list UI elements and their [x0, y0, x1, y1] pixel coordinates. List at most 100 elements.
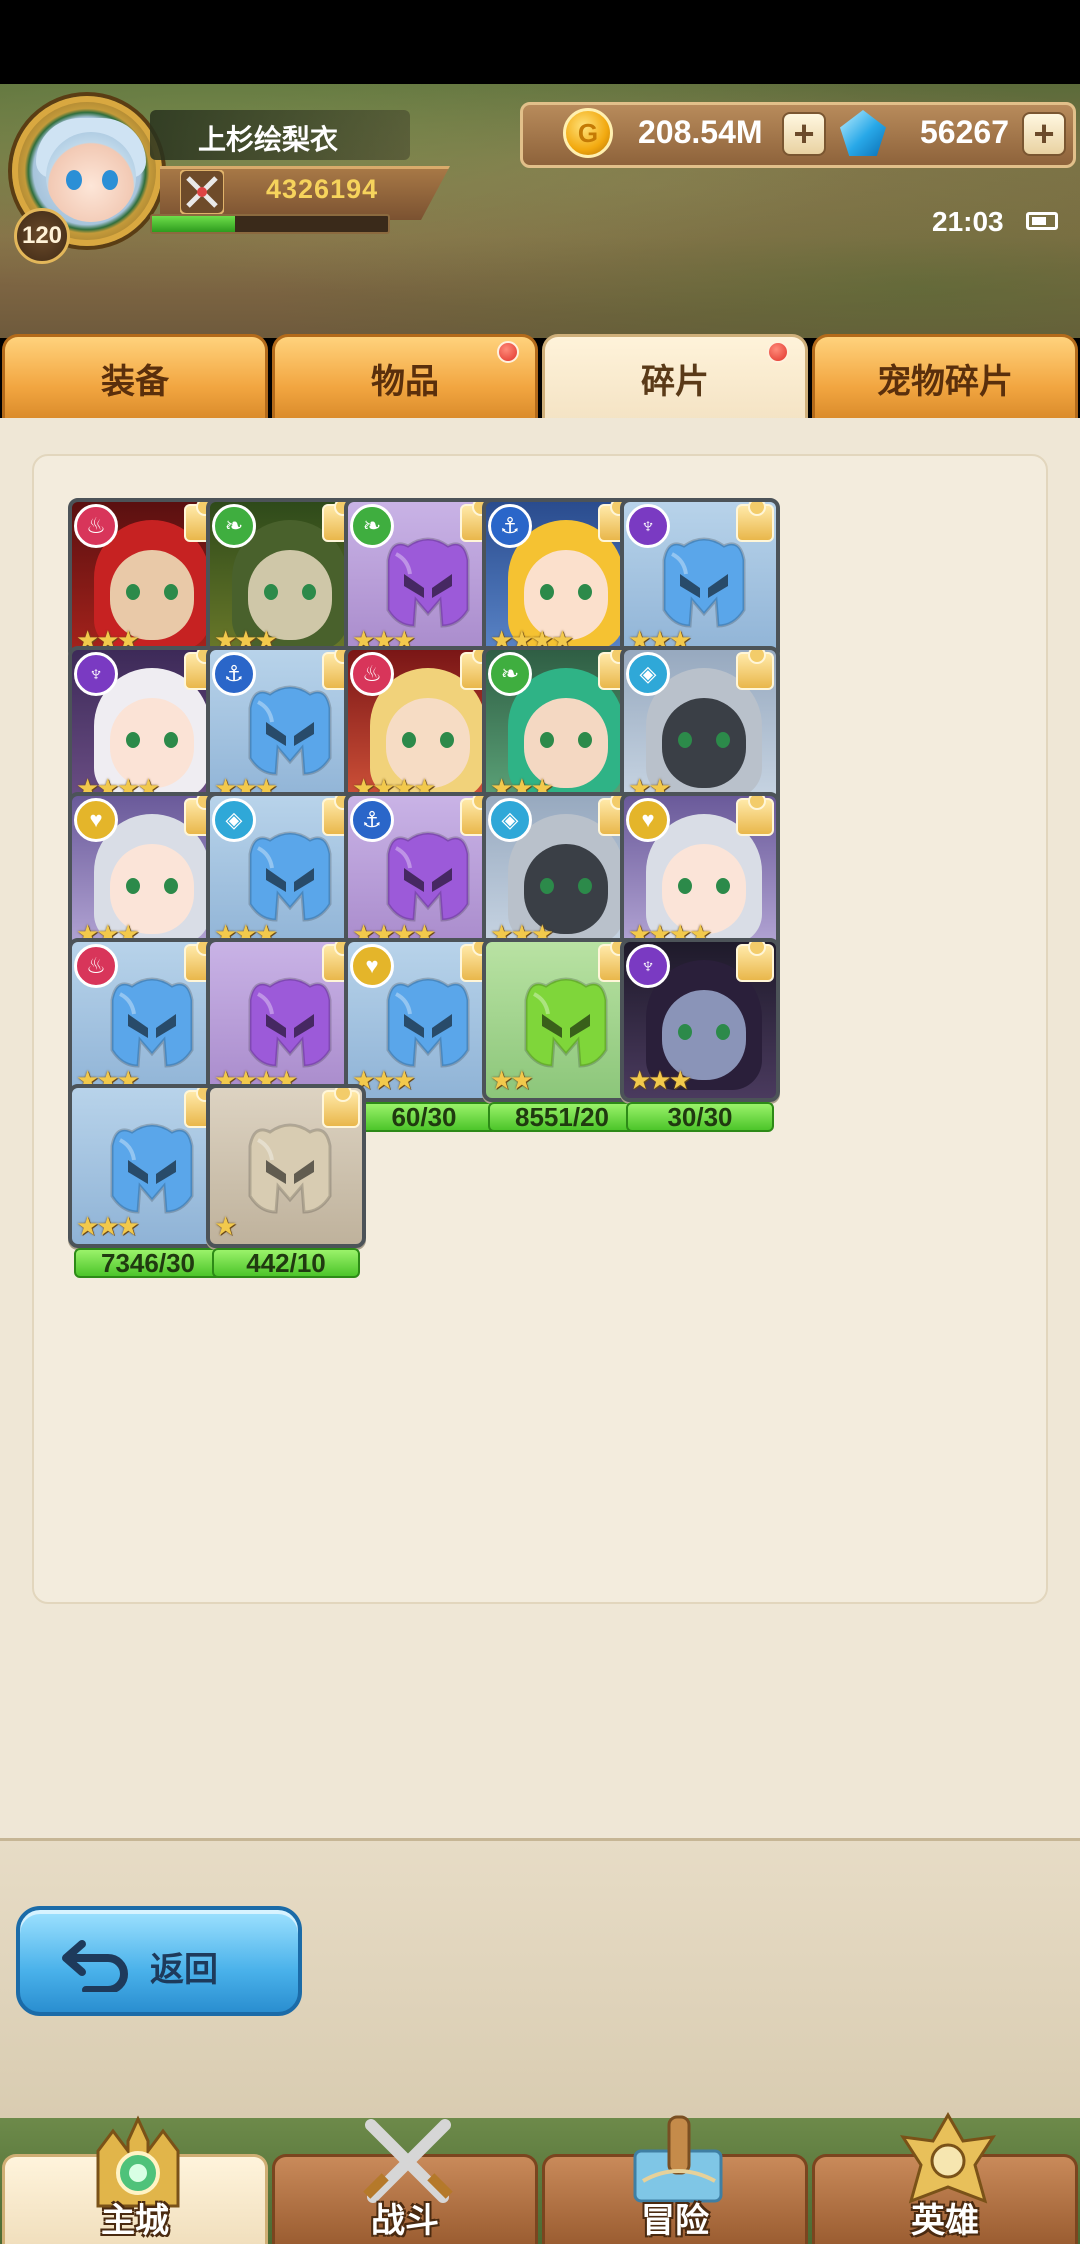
fragment-item[interactable]: ★★★ 7346/30	[68, 1084, 228, 1278]
nav-battle[interactable]: 战斗	[272, 2119, 538, 2244]
gold-amount: 208.54M	[638, 114, 763, 150]
fragment-card: ♨ ★★★	[68, 498, 228, 662]
bottom-nav: 主城 战斗 冒险 英雄	[0, 2111, 1080, 2244]
dark-element-icon: ♆	[626, 944, 670, 988]
fragment-card: ♆ ★★★	[620, 938, 780, 1102]
name-plate: 上杉绘梨衣	[150, 110, 410, 160]
return-arrow-icon	[62, 1940, 128, 1992]
star-rating: ★★★	[76, 1211, 140, 1241]
player-name: 上杉绘梨衣	[198, 124, 339, 155]
tab-equipment[interactable]: 装备	[2, 334, 268, 420]
fragment-card: ★★	[482, 938, 642, 1102]
fragment-card: ♥ ★★★	[344, 938, 504, 1102]
ice-element-icon: ◈	[488, 798, 532, 842]
tab-items[interactable]: 物品	[272, 334, 538, 420]
helmet-silhouette-icon	[110, 977, 194, 1068]
fragment-item[interactable]: ♆ ★★★ 30/30	[620, 938, 780, 1132]
fragment-card: ⚓ ★★★★	[344, 792, 504, 956]
fragment-card: ❧ ★★★	[482, 646, 642, 810]
nature-element-icon: ❧	[488, 652, 532, 696]
light-element-icon: ♥	[74, 798, 118, 842]
fragment-item[interactable]: ★ 442/10	[206, 1084, 366, 1278]
nature-element-icon: ❧	[350, 504, 394, 548]
water-element-icon: ⚓	[212, 652, 256, 696]
player-header: 120 上杉绘梨衣 4326194 208.54M + 56267 + 21:0…	[0, 84, 1080, 338]
player-level-badge: 120	[14, 208, 70, 264]
helmet-silhouette-icon	[248, 685, 332, 776]
nav-main-city[interactable]: 主城	[2, 2115, 268, 2244]
puzzle-piece-icon	[736, 650, 774, 690]
fragment-item[interactable]: ★★ 8551/20	[482, 938, 642, 1132]
puzzle-piece-icon	[322, 1088, 360, 1128]
helmet-silhouette-icon	[386, 831, 470, 922]
star-rating: ★★★	[628, 1065, 692, 1095]
inventory-tabs: 装备 物品 碎片 宠物碎片	[0, 334, 1080, 420]
light-element-icon: ♥	[626, 798, 670, 842]
back-label: 返回	[150, 1951, 218, 1989]
fire-element-icon: ♨	[74, 944, 118, 988]
star-rating: ★★	[490, 1065, 534, 1095]
fragment-card: ♆ ★★★★	[68, 646, 228, 810]
notification-dot	[497, 341, 519, 363]
clock: 21:03	[932, 206, 1004, 237]
puzzle-piece-icon	[736, 942, 774, 982]
dark-element-icon: ♆	[626, 504, 670, 548]
water-element-icon: ⚓	[350, 798, 394, 842]
fragment-count: 8551/20	[488, 1102, 636, 1132]
back-button[interactable]: 返回	[16, 1906, 302, 2016]
fragment-card: ◈ ★★★	[206, 792, 366, 956]
helmet-silhouette-icon	[248, 977, 332, 1068]
fire-element-icon: ♨	[350, 652, 394, 696]
fragment-grid-panel: ♨★★★30/30❧★★★30/30❧★★★80/40⚓★★★★80/40♆★★…	[32, 454, 1048, 1604]
fragment-card: ❧ ★★★	[344, 498, 504, 662]
gold-coin-icon	[563, 108, 613, 158]
gem-amount: 56267	[920, 114, 1009, 150]
helmet-silhouette-icon	[248, 831, 332, 922]
fragment-count: 60/30	[350, 1102, 498, 1132]
helmet-silhouette-icon	[386, 537, 470, 628]
fragment-count: 7346/30	[74, 1248, 222, 1278]
helmet-silhouette-icon	[248, 1123, 332, 1214]
status-bar	[0, 0, 1080, 84]
fragment-card: ❧ ★★★	[206, 498, 366, 662]
fragment-card: ♥ ★★★★	[620, 792, 780, 956]
tab-pet-fragments[interactable]: 宠物碎片	[812, 334, 1078, 420]
helmet-silhouette-icon	[110, 1123, 194, 1214]
nature-element-icon: ❧	[212, 504, 256, 548]
fragment-card: ⚓ ★★★	[206, 646, 366, 810]
fragment-card: ◈ ★★★	[482, 792, 642, 956]
fragment-item[interactable]: ♥ ★★★ 60/30	[344, 938, 504, 1132]
notification-dot	[767, 341, 789, 363]
nav-heroes[interactable]: 英雄	[812, 2111, 1078, 2244]
helmet-silhouette-icon	[662, 537, 746, 628]
fire-element-icon: ♨	[74, 504, 118, 548]
fragment-card: ★★★	[68, 1084, 228, 1248]
fragment-count: 30/30	[626, 1102, 774, 1132]
exp-bar-fill	[152, 216, 235, 232]
dark-element-icon: ♆	[74, 652, 118, 696]
helmet-silhouette-icon	[524, 977, 608, 1068]
fragment-card: ♨ ★★★	[68, 938, 228, 1102]
puzzle-piece-icon	[736, 796, 774, 836]
ice-element-icon: ◈	[626, 652, 670, 696]
fragment-card: ♨ ★★★★	[344, 646, 504, 810]
crossed-swords-icon	[180, 170, 224, 214]
add-gems-button[interactable]: +	[1022, 112, 1066, 156]
star-rating: ★	[214, 1211, 237, 1241]
fragment-card: ◈ ★★	[620, 646, 780, 810]
add-gold-button[interactable]: +	[782, 112, 826, 156]
battery-icon	[1026, 212, 1058, 230]
helmet-silhouette-icon	[386, 977, 470, 1068]
fragment-card: ⚓ ★★★★	[482, 498, 642, 662]
combat-power: 4326194	[266, 174, 379, 204]
fragment-card: ★	[206, 1084, 366, 1248]
fragment-card: ★★★★	[206, 938, 366, 1102]
fragment-count: 442/10	[212, 1248, 360, 1278]
fragment-card: ♆ ★★★	[620, 498, 780, 662]
puzzle-piece-icon	[736, 502, 774, 542]
tab-fragments[interactable]: 碎片	[542, 334, 808, 420]
nav-adventure[interactable]: 冒险	[542, 2115, 808, 2244]
ice-element-icon: ◈	[212, 798, 256, 842]
light-element-icon: ♥	[350, 944, 394, 988]
exp-bar	[150, 214, 390, 234]
